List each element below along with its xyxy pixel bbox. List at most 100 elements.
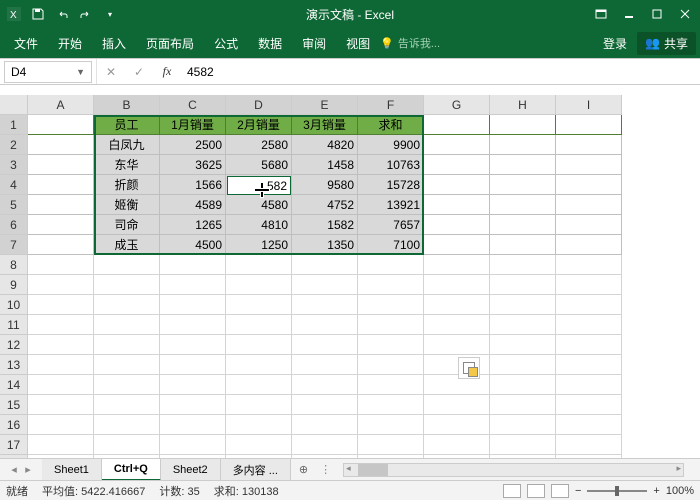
tab-view[interactable]: 视图 <box>336 28 380 58</box>
share-button[interactable]: 👥 共享 <box>637 32 696 55</box>
column-header[interactable]: D <box>226 95 292 115</box>
view-normal-icon[interactable] <box>503 484 521 498</box>
cell[interactable] <box>556 415 622 435</box>
zoom-slider[interactable] <box>587 490 647 492</box>
cell[interactable] <box>358 395 424 415</box>
cell[interactable] <box>226 415 292 435</box>
cell[interactable] <box>160 275 226 295</box>
cell[interactable]: 3625 <box>160 155 226 175</box>
cell[interactable]: 4810 <box>226 215 292 235</box>
cell[interactable] <box>424 235 490 255</box>
column-header[interactable]: H <box>490 95 556 115</box>
cell[interactable] <box>424 135 490 155</box>
cell[interactable]: 15728 <box>358 175 424 195</box>
row-header[interactable]: 8 <box>0 255 28 275</box>
cell[interactable] <box>28 255 94 275</box>
cell[interactable] <box>160 375 226 395</box>
row-header[interactable]: 6 <box>0 215 28 235</box>
cell[interactable] <box>226 435 292 455</box>
cell[interactable] <box>28 235 94 255</box>
cell[interactable] <box>292 335 358 355</box>
cell[interactable]: 7100 <box>358 235 424 255</box>
cell[interactable] <box>556 255 622 275</box>
cell[interactable] <box>490 215 556 235</box>
sheet-nav[interactable]: ◂▸ <box>0 463 42 476</box>
cell[interactable] <box>556 215 622 235</box>
tab-data[interactable]: 数据 <box>248 28 292 58</box>
formula-input[interactable]: 4582 <box>181 65 700 79</box>
cell[interactable] <box>28 395 94 415</box>
name-box[interactable]: D4 ▼ <box>4 61 92 83</box>
cell[interactable]: 求和 <box>358 115 424 135</box>
cell[interactable] <box>424 215 490 235</box>
cell[interactable] <box>160 355 226 375</box>
cell[interactable] <box>226 375 292 395</box>
cell[interactable] <box>94 435 160 455</box>
cell[interactable]: 7657 <box>358 215 424 235</box>
cell[interactable]: 东华 <box>94 155 160 175</box>
row-header[interactable]: 1 <box>0 115 28 135</box>
cell[interactable] <box>28 135 94 155</box>
spreadsheet-grid[interactable]: ABCDEFGHI 123456789101112131415161718 员工… <box>0 95 700 475</box>
cell[interactable] <box>490 115 556 135</box>
cell[interactable] <box>358 355 424 375</box>
row-header[interactable]: 5 <box>0 195 28 215</box>
cell[interactable]: 4820 <box>292 135 358 155</box>
cell[interactable] <box>358 295 424 315</box>
cell[interactable]: 2580 <box>226 135 292 155</box>
cell[interactable] <box>556 295 622 315</box>
cell[interactable] <box>424 335 490 355</box>
cell[interactable] <box>358 375 424 395</box>
save-icon[interactable] <box>28 4 48 24</box>
row-header[interactable]: 12 <box>0 335 28 355</box>
row-header[interactable]: 15 <box>0 395 28 415</box>
cell[interactable] <box>28 375 94 395</box>
cell[interactable]: 姬衡 <box>94 195 160 215</box>
cell[interactable] <box>490 375 556 395</box>
cell[interactable]: 9580 <box>292 175 358 195</box>
cell[interactable] <box>358 435 424 455</box>
cell[interactable] <box>424 115 490 135</box>
cell[interactable] <box>160 315 226 335</box>
row-header[interactable]: 2 <box>0 135 28 155</box>
tab-insert[interactable]: 插入 <box>92 28 136 58</box>
cell[interactable] <box>424 315 490 335</box>
cell[interactable]: 1月销量 <box>160 115 226 135</box>
cell[interactable]: 5680 <box>226 155 292 175</box>
cell[interactable] <box>94 395 160 415</box>
cell[interactable]: 成玉 <box>94 235 160 255</box>
cell[interactable] <box>28 415 94 435</box>
column-header[interactable]: B <box>94 95 160 115</box>
enter-formula-icon[interactable]: ✓ <box>125 65 153 79</box>
cell[interactable] <box>490 415 556 435</box>
column-header[interactable]: A <box>28 95 94 115</box>
cell[interactable] <box>28 295 94 315</box>
tab-home[interactable]: 开始 <box>48 28 92 58</box>
cell[interactable] <box>424 295 490 315</box>
cell[interactable] <box>94 255 160 275</box>
cell[interactable] <box>556 195 622 215</box>
cell[interactable] <box>556 355 622 375</box>
row-header[interactable]: 14 <box>0 375 28 395</box>
tab-pagelayout[interactable]: 页面布局 <box>136 28 204 58</box>
cell[interactable] <box>28 275 94 295</box>
cell[interactable] <box>160 255 226 275</box>
cell[interactable] <box>490 135 556 155</box>
cell[interactable] <box>424 355 490 375</box>
sheet-tab[interactable]: Sheet2 <box>161 459 221 481</box>
cell[interactable] <box>556 175 622 195</box>
nav-next-icon[interactable]: ▸ <box>22 463 34 476</box>
cell[interactable]: 1566 <box>160 175 226 195</box>
cell[interactable] <box>556 375 622 395</box>
close-icon[interactable] <box>672 4 698 24</box>
zoom-in-icon[interactable]: + <box>653 485 659 497</box>
cell[interactable] <box>28 175 94 195</box>
cell[interactable]: 1250 <box>226 235 292 255</box>
cell[interactable] <box>160 415 226 435</box>
cell[interactable]: 10763 <box>358 155 424 175</box>
cell[interactable] <box>490 155 556 175</box>
cell[interactable] <box>28 215 94 235</box>
zoom-out-icon[interactable]: − <box>575 485 581 497</box>
maximize-icon[interactable] <box>644 4 670 24</box>
quick-analysis-button[interactable] <box>458 357 480 379</box>
